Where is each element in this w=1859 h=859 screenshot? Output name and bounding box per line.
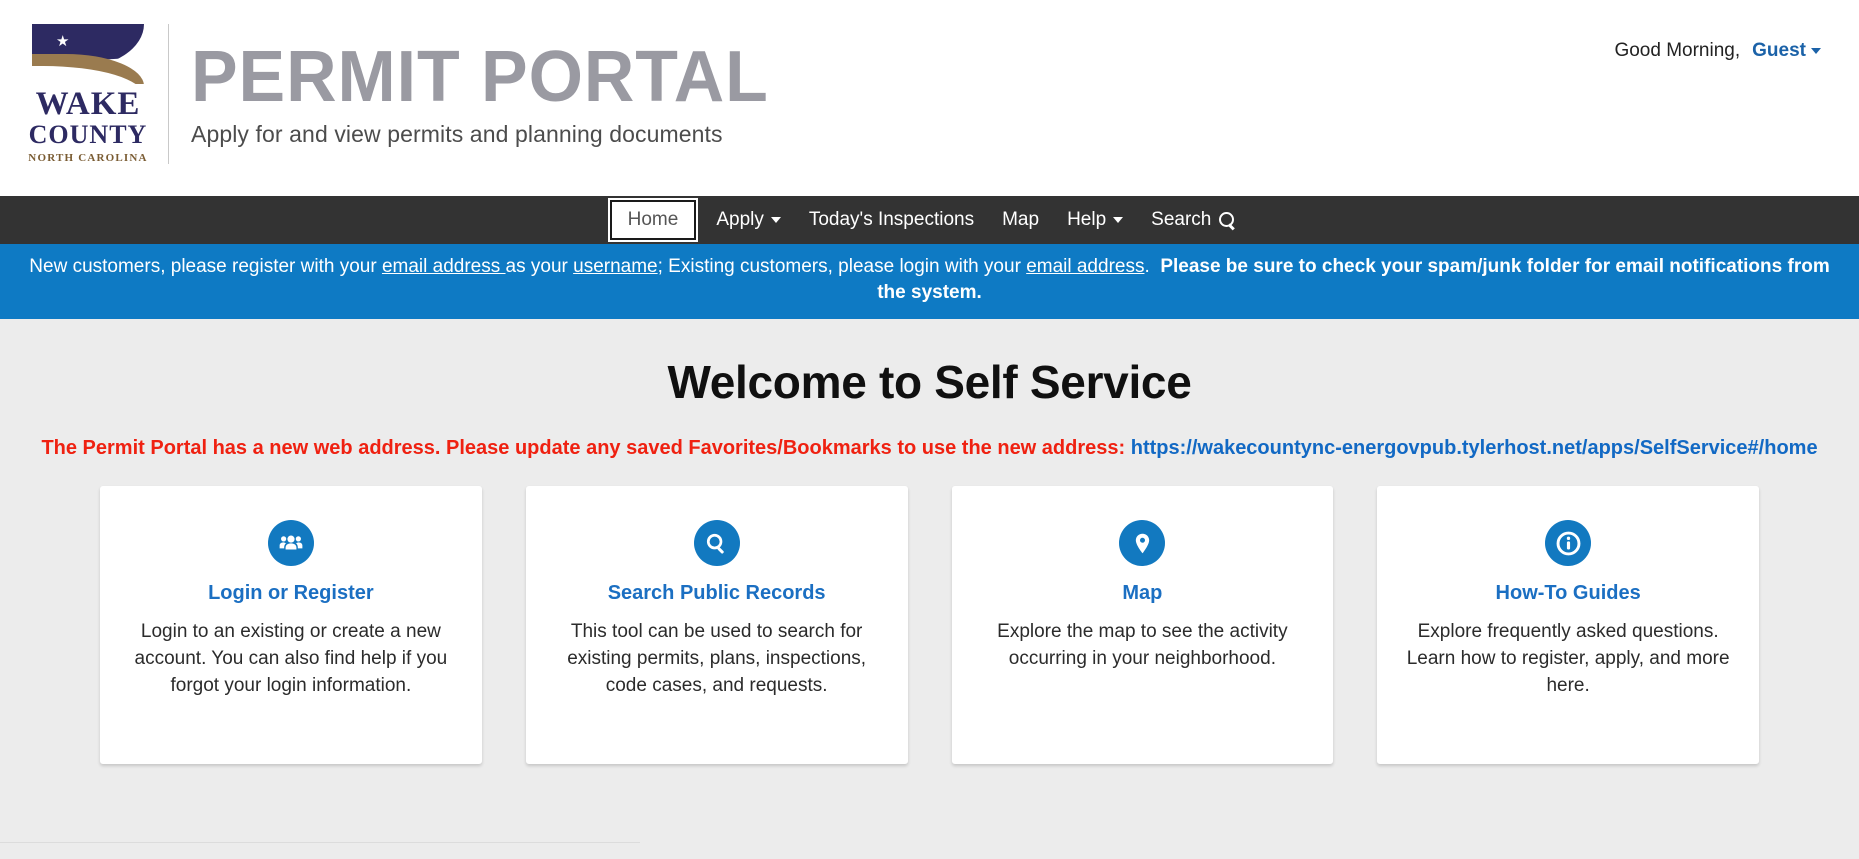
chevron-down-icon [1113,217,1124,223]
brand-text-block: PERMIT PORTAL Apply for and view permits… [191,24,787,164]
page-title: Welcome to Self Service [667,356,1192,409]
greeting-text: Good Morning, [1614,40,1741,61]
search-icon [1219,212,1235,228]
users-icon [267,520,314,567]
nav-item-label: Home [627,209,679,230]
nav-item-apply[interactable]: Apply [702,198,795,242]
card-description: Explore the map to see the activity occu… [997,621,1288,670]
nav-item-label: Search [1151,209,1212,230]
nav-item-help[interactable]: Help [1053,198,1137,242]
notice-text: The Permit Portal has a new web address.… [41,437,1131,460]
card-title-link[interactable]: Login or Register [122,582,460,605]
card-title-link[interactable]: How-To Guides [1399,582,1737,605]
chevron-down-icon [770,217,781,223]
card-description: Explore frequently asked questions. Lear… [1406,621,1730,697]
star-icon: ★ [56,33,70,50]
seal-text-county: COUNTY [28,119,148,149]
announcement-banner: New customers, please register with your… [0,244,1859,320]
nav-item-label: Apply [716,209,764,230]
nav-item-map[interactable]: Map [988,198,1053,242]
brand-logo[interactable]: ★ WAKE COUNTY NORTH CAROLINA PERMIT PORT… [26,24,787,164]
main-content: Welcome to Self Service The Permit Porta… [0,319,1859,859]
banner-text-2: as your [505,256,574,277]
footer-divider [0,842,640,843]
quick-link-card[interactable]: Search Public Records This tool can be us… [525,486,908,765]
banner-link-email-2[interactable]: email address [1026,256,1144,277]
banner-text-1: New customers, please register with your [29,256,382,277]
main-navigation: Home Apply Today's Inspections Map Help Searc… [0,196,1859,244]
banner-link-username[interactable]: username [573,256,658,277]
seal-text-wake: WAKE [35,85,141,122]
site-header: ★ WAKE COUNTY NORTH CAROLINA PERMIT PORT… [0,0,1859,196]
card-description: Login to an existing or create a new acc… [134,621,448,697]
portal-title: PERMIT PORTAL [191,36,769,117]
card-title-link[interactable]: Map [974,582,1312,605]
seal-text-state: NORTH CAROLINA [28,152,148,164]
quick-link-card[interactable]: How-To Guides Explore frequently asked qu… [1377,486,1759,765]
map-pin-icon [1119,520,1166,567]
quick-link-cards: Login or Register Login to an existing or… [0,486,1859,765]
search-icon [693,520,740,567]
info-icon [1545,520,1592,567]
banner-text-4: . [1144,256,1150,277]
brand-divider [168,24,169,164]
nav-item-search[interactable]: Search [1137,198,1249,242]
user-menu-label: Guest [1752,40,1806,61]
nav-item-today-s-inspections[interactable]: Today's Inspections [795,198,988,242]
wake-county-seal: ★ WAKE COUNTY NORTH CAROLINA [26,24,150,164]
card-description: This tool can be used to search for exis… [567,621,867,697]
card-title-link[interactable]: Search Public Records [548,582,886,605]
nav-item-label: Today's Inspections [808,209,975,230]
chevron-down-icon [1811,48,1821,54]
nav-item-label: Help [1067,209,1107,230]
banner-link-email-1[interactable]: email address [382,256,506,277]
user-greeting: Good Morning, Guest [1614,40,1821,62]
new-address-notice: The Permit Portal has a new web address.… [0,415,1859,460]
user-menu-button[interactable]: Guest [1752,40,1821,62]
nav-item-label: Map [1002,209,1040,230]
portal-subtitle: Apply for and view permits and planning … [191,120,723,147]
nav-item-home[interactable]: Home [607,198,699,242]
banner-text-3: ; Existing customers, please login with … [657,256,1027,277]
notice-url-link[interactable]: https://wakecountync-energovpub.tylerhos… [1131,437,1818,459]
quick-link-card[interactable]: Login or Register Login to an existing or… [100,486,482,765]
quick-link-card[interactable]: Map Explore the map to see the activity o… [951,486,1334,765]
seal-flag-graphic: ★ [32,24,144,84]
